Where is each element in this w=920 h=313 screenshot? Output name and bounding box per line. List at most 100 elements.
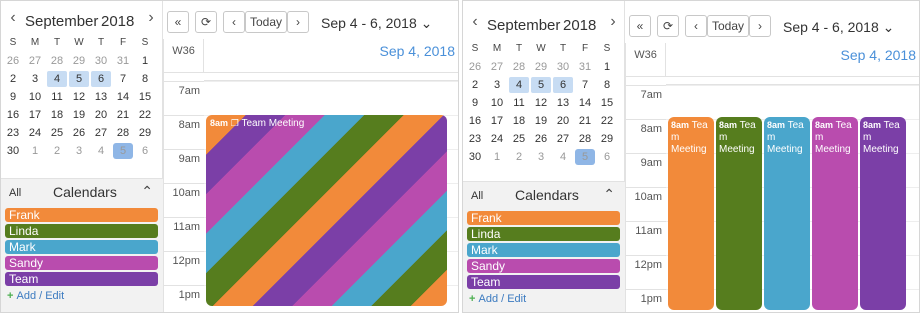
event-team-meeting-sandy[interactable]: 8am Tea m Meeting: [812, 117, 858, 310]
mini-calendar-day[interactable]: 26: [531, 131, 551, 147]
chevron-up-icon[interactable]: ⌃: [141, 183, 153, 200]
mini-calendar-day[interactable]: 29: [597, 131, 617, 147]
mini-calendar-day[interactable]: 29: [135, 125, 155, 141]
mini-calendar-day[interactable]: 2: [3, 71, 23, 87]
mini-calendar-day[interactable]: 6: [91, 71, 111, 87]
mini-calendar-day[interactable]: 28: [47, 53, 67, 69]
mini-calendar-day[interactable]: 23: [465, 131, 485, 147]
mini-calendar-day[interactable]: 3: [25, 71, 45, 87]
calendar-item-frank[interactable]: Frank: [5, 208, 158, 222]
mini-calendar-day[interactable]: 4: [91, 143, 111, 159]
mini-calendar-day[interactable]: 21: [113, 107, 133, 123]
mini-calendar-day[interactable]: 31: [575, 59, 595, 75]
calendar-item-team[interactable]: Team: [5, 272, 158, 286]
add-edit-calendars-link[interactable]: + Add / Edit: [469, 293, 526, 305]
mini-calendar-day[interactable]: 14: [575, 95, 595, 111]
mini-calendar-day[interactable]: 13: [553, 95, 573, 111]
mini-calendar-day[interactable]: 29: [69, 53, 89, 69]
mini-calendar-day[interactable]: 11: [509, 95, 529, 111]
mini-calendar-day[interactable]: 1: [25, 143, 45, 159]
prev-range-button[interactable]: ‹: [223, 11, 245, 33]
mini-calendar-day[interactable]: 9: [465, 95, 485, 111]
mini-calendar-day[interactable]: 5: [575, 149, 595, 165]
mini-calendar-day[interactable]: 15: [135, 89, 155, 105]
calendar-item-mark[interactable]: Mark: [467, 243, 620, 257]
mini-calendar-day[interactable]: 26: [69, 125, 89, 141]
mini-calendar-day[interactable]: 4: [509, 77, 529, 93]
mini-calendar-day[interactable]: 22: [597, 113, 617, 129]
mini-calendar-day[interactable]: 14: [113, 89, 133, 105]
mini-calendar-day[interactable]: 3: [487, 77, 507, 93]
mini-calendar-day[interactable]: 10: [25, 89, 45, 105]
mini-calendar-day[interactable]: 16: [3, 107, 23, 123]
mini-calendar-day[interactable]: 2: [465, 77, 485, 93]
mini-calendar-day[interactable]: 7: [113, 71, 133, 87]
mini-calendar-day[interactable]: 24: [25, 125, 45, 141]
next-month-icon[interactable]: ›: [605, 13, 621, 31]
mini-calendar-day[interactable]: 26: [465, 59, 485, 75]
mini-calendar-day[interactable]: 20: [91, 107, 111, 123]
mini-calendar-day[interactable]: 1: [135, 53, 155, 69]
mini-calendar-day[interactable]: 28: [113, 125, 133, 141]
next-month-icon[interactable]: ›: [143, 9, 159, 27]
mini-calendar-day[interactable]: 12: [531, 95, 551, 111]
mini-calendar-day[interactable]: 13: [91, 89, 111, 105]
mini-calendar-day[interactable]: 30: [465, 149, 485, 165]
mini-calendar-day[interactable]: 8: [597, 77, 617, 93]
all-day-row[interactable]: [666, 77, 919, 85]
mini-calendar-day[interactable]: 11: [47, 89, 67, 105]
add-edit-calendars-link[interactable]: + Add / Edit: [7, 290, 64, 302]
calendars-all-toggle[interactable]: All: [471, 190, 483, 202]
prev-range-button[interactable]: ‹: [685, 15, 707, 37]
mini-calendar-day[interactable]: 27: [487, 59, 507, 75]
mini-calendar-day[interactable]: 15: [597, 95, 617, 111]
calendars-all-toggle[interactable]: All: [9, 187, 21, 199]
chevron-up-icon[interactable]: ⌃: [603, 186, 615, 203]
mini-calendar-day[interactable]: 30: [553, 59, 573, 75]
today-button[interactable]: Today: [707, 15, 749, 37]
mini-calendar-day[interactable]: 28: [575, 131, 595, 147]
mini-calendar-day[interactable]: 5: [113, 143, 133, 159]
mini-calendar-day[interactable]: 23: [3, 125, 23, 141]
mini-calendar-day[interactable]: 19: [69, 107, 89, 123]
mini-calendar-day[interactable]: 24: [487, 131, 507, 147]
mini-calendar-day[interactable]: 16: [465, 113, 485, 129]
hour-slot[interactable]: [204, 81, 458, 82]
mini-calendar-day[interactable]: 30: [3, 143, 23, 159]
mini-calendar-day[interactable]: 9: [3, 89, 23, 105]
mini-calendar-day[interactable]: 6: [553, 77, 573, 93]
mini-calendar-day[interactable]: 4: [553, 149, 573, 165]
mini-calendar-day[interactable]: 31: [113, 53, 133, 69]
mini-calendar-day[interactable]: 2: [47, 143, 67, 159]
date-range-selector[interactable]: Sep 4 - 6, 2018 ⌄: [783, 19, 894, 36]
mini-calendar-day[interactable]: 17: [25, 107, 45, 123]
mini-calendar-day[interactable]: 28: [509, 59, 529, 75]
calendar-item-team[interactable]: Team: [467, 275, 620, 289]
all-day-row[interactable]: [204, 73, 458, 81]
double-chevron-left-icon[interactable]: «: [629, 15, 651, 37]
calendar-item-sandy[interactable]: Sandy: [467, 259, 620, 273]
calendar-item-linda[interactable]: Linda: [5, 224, 158, 238]
mini-calendar-day[interactable]: 27: [553, 131, 573, 147]
mini-calendar-day[interactable]: 12: [69, 89, 89, 105]
mini-calendar-day[interactable]: 22: [135, 107, 155, 123]
mini-calendar-day[interactable]: 26: [3, 53, 23, 69]
calendar-item-linda[interactable]: Linda: [467, 227, 620, 241]
mini-calendar-day[interactable]: 25: [509, 131, 529, 147]
mini-calendar-day[interactable]: 3: [531, 149, 551, 165]
mini-calendar-day[interactable]: 27: [91, 125, 111, 141]
calendar-item-mark[interactable]: Mark: [5, 240, 158, 254]
mini-calendar-day[interactable]: 1: [597, 59, 617, 75]
calendar-item-frank[interactable]: Frank: [467, 211, 620, 225]
mini-calendar-day[interactable]: 5: [69, 71, 89, 87]
mini-calendar-day[interactable]: 6: [135, 143, 155, 159]
refresh-icon[interactable]: ⟳: [657, 15, 679, 37]
next-range-button[interactable]: ›: [749, 15, 771, 37]
event-team-meeting-mark[interactable]: 8am Tea m Meeting: [764, 117, 810, 310]
prev-month-icon[interactable]: ‹: [467, 13, 483, 31]
mini-calendar-day[interactable]: 1: [487, 149, 507, 165]
mini-calendar-day[interactable]: 10: [487, 95, 507, 111]
calendar-item-sandy[interactable]: Sandy: [5, 256, 158, 270]
double-chevron-left-icon[interactable]: «: [167, 11, 189, 33]
mini-calendar-day[interactable]: 3: [69, 143, 89, 159]
